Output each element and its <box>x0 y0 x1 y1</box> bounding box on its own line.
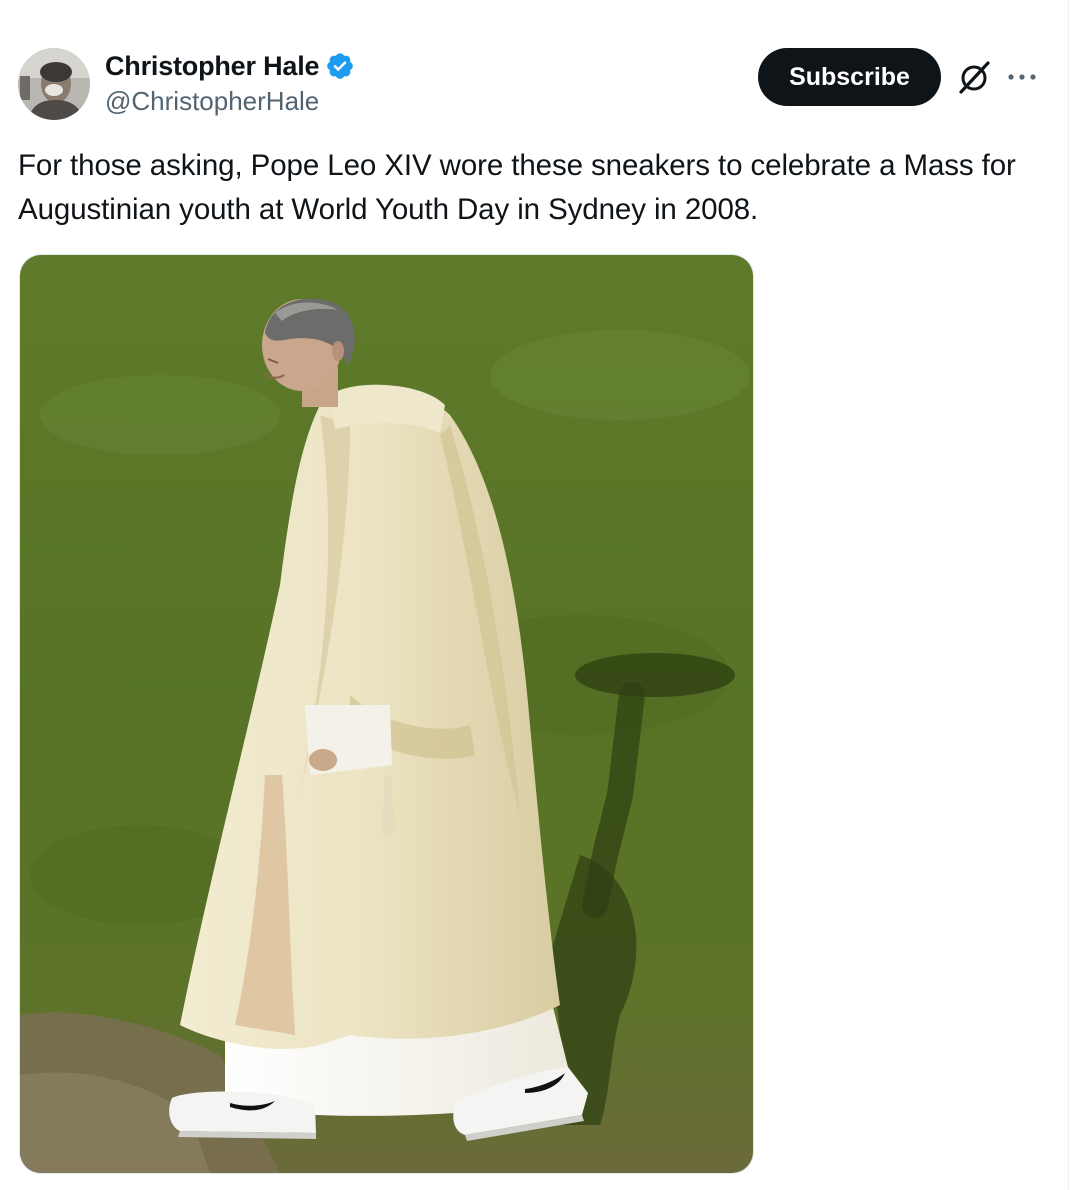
more-icon[interactable] <box>1005 60 1039 94</box>
author-display-name[interactable]: Christopher Hale <box>105 51 320 82</box>
subscribe-button[interactable]: Subscribe <box>758 48 941 106</box>
tweet-text: For those asking, Pope Leo XIV wore thes… <box>18 149 1016 226</box>
tweet-photo[interactable] <box>19 254 754 1174</box>
author-avatar[interactable] <box>18 48 90 120</box>
column-border <box>1068 0 1069 1190</box>
grok-icon[interactable] <box>955 58 993 96</box>
verified-badge-icon <box>325 51 355 81</box>
author-name-row: Christopher Hale <box>105 49 355 83</box>
author-handle[interactable]: @ChristopherHale <box>105 86 319 117</box>
